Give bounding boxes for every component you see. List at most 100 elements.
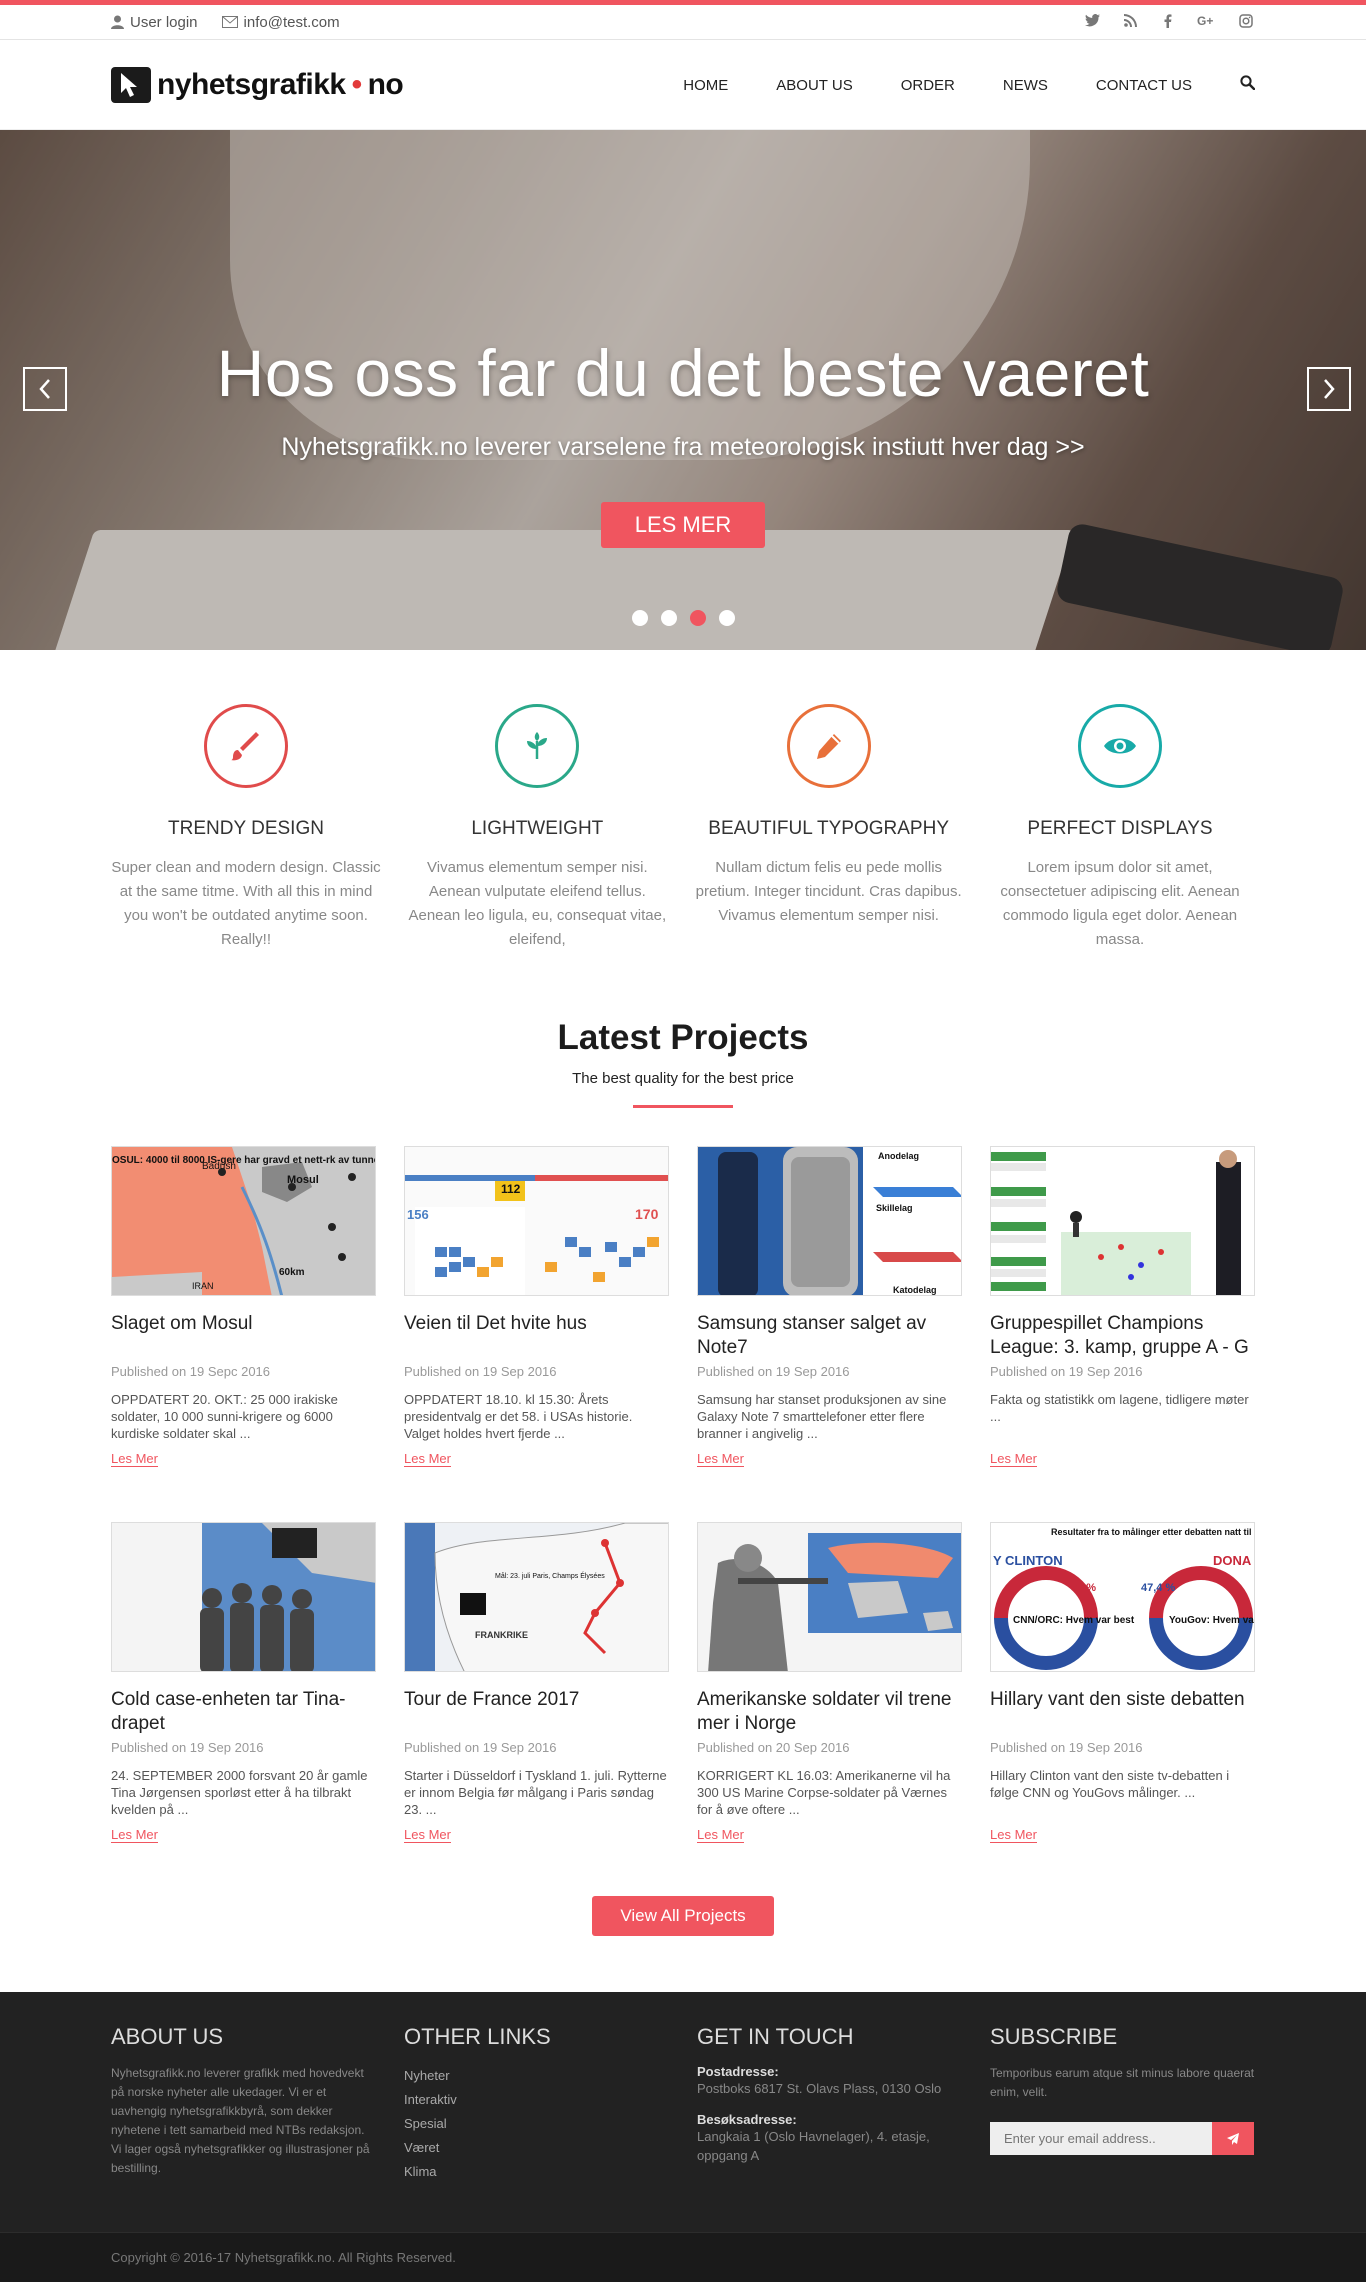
project-title[interactable]: Cold case-enheten tar Tina-drapet [111,1688,376,1736]
site-header: nyhetsgrafikk • no HOME ABOUT US ORDER NEW… [0,40,1366,130]
read-more-link[interactable]: Les Mer [111,1827,158,1843]
nav-about-us[interactable]: ABOUT US [776,77,852,94]
slider-next-button[interactable] [1307,367,1351,411]
svg-text:G+: G+ [1197,14,1213,27]
subscribe-email-input[interactable] [990,2122,1212,2155]
feature-text: Super clean and modern design. Classic a… [111,859,381,948]
feature-beautiful-typography: BEAUTIFUL TYPOGRAPHY Nullam dictum felis… [694,704,964,952]
nav-contact-us[interactable]: CONTACT US [1096,77,1192,94]
envelope-icon [221,16,238,28]
thumb-badush-label: Badush [202,1161,236,1172]
project-excerpt: Fakta og statistikk om lagene, tidligere… [990,1392,1249,1424]
facebook-icon[interactable] [1159,13,1177,31]
title-underline [633,1105,733,1108]
project-thumbnail[interactable]: OSUL: 4000 til 8000 IS-gere har gravd et… [111,1146,376,1296]
read-more-link[interactable]: Les Mer [111,1451,158,1467]
read-more-link[interactable]: Les Mer [404,1451,451,1467]
project-date: Published on 20 Sep 2016 [697,1740,850,1755]
email-link[interactable]: info@test.com [221,14,340,31]
feature-perfect-displays: PERFECT DISPLAYS Lorem ipsum dolor sit a… [985,704,1255,952]
project-thumbnail[interactable]: 112 170 156 [404,1146,669,1296]
footer-link-vaeret[interactable]: Været [404,2136,669,2160]
rss-icon[interactable] [1121,13,1139,31]
project-card: Amerikanske soldater vil trene mer i Nor… [697,1522,962,1844]
hero-read-more-button[interactable]: LES MER [600,502,766,548]
user-login-label: User login [130,13,198,31]
project-date: Published on 19 Sep 2016 [697,1364,850,1379]
thumb-debate-title: Resultater fra to målinger etter debatte… [1051,1527,1255,1537]
projects-title: Latest Projects [557,1018,809,1057]
top-bar: User login info@test.com G+ [0,0,1366,40]
user-login-link[interactable]: User login [111,14,198,31]
search-icon[interactable] [1240,75,1256,95]
project-title[interactable]: Veien til Det hvite hus [404,1312,669,1360]
project-card: Cold case-enheten tar Tina-drapet Publis… [111,1522,376,1844]
footer-link-nyheter[interactable]: Nyheter [404,2064,669,2088]
project-thumbnail[interactable]: Anodelag Skillelag Katodelag [697,1146,962,1296]
project-title[interactable]: Samsung stanser salget av Note7 [697,1312,962,1360]
feature-title: LIGHTWEIGHT [471,818,604,839]
features-section: TRENDY DESIGN Super clean and modern des… [111,650,1255,952]
project-excerpt: KORRIGERT KL 16.03: Amerikanerne vil ha … [697,1768,951,1817]
project-thumbnail[interactable]: Resultater fra to målinger etter debatte… [990,1522,1255,1672]
project-thumbnail[interactable]: Mål: 23. juli Paris, Champs Élysées FRAN… [404,1522,669,1672]
read-more-link[interactable]: Les Mer [697,1827,744,1843]
footer-link-interaktiv[interactable]: Interaktiv [404,2088,669,2112]
read-more-link[interactable]: Les Mer [990,1451,1037,1467]
view-all-projects-button[interactable]: View All Projects [592,1896,774,1936]
hero-subtitle[interactable]: Nyhetsgrafikk.no leverer varselene fra m… [0,433,1366,462]
instagram-icon[interactable] [1237,13,1255,31]
copyright-bar: Copyright © 2016-17 Nyhetsgrafikk.no. Al… [0,2232,1366,2282]
thumb-mosul-label: Mosul [287,1174,319,1186]
slider-dots [0,610,1366,626]
twitter-icon[interactable] [1083,13,1101,31]
read-more-link[interactable]: Les Mer [697,1451,744,1467]
slider-dot[interactable] [631,610,648,626]
feature-text: Nullam dictum felis eu pede mollis preti… [695,859,962,924]
eye-icon [1077,704,1162,788]
nav-news[interactable]: NEWS [1003,77,1048,94]
slider-prev-button[interactable] [23,367,67,411]
footer-contact-title: GET IN TOUCH [697,2024,854,2049]
thumb-debate-trump: DONA [1213,1553,1252,1568]
read-more-link[interactable]: Les Mer [404,1827,451,1843]
project-title[interactable]: Slaget om Mosul [111,1312,376,1360]
subscribe-form [990,2122,1255,2155]
feature-title: BEAUTIFUL TYPOGRAPHY [708,818,950,839]
project-excerpt: Samsung har stanset produksjonen av sine… [697,1392,947,1441]
nav-home[interactable]: HOME [683,77,728,94]
chevron-left-icon [39,379,50,399]
project-title[interactable]: Amerikanske soldater vil trene mer i Nor… [697,1688,962,1736]
copyright-text: Copyright © 2016-17 Nyhetsgrafikk.no. Al… [111,2250,456,2265]
project-title[interactable]: Tour de France 2017 [404,1688,669,1736]
slider-dot[interactable] [718,610,735,626]
hero-slider: Hos oss far du det beste vaeret Nyhetsgr… [0,130,1366,650]
project-title[interactable]: Gruppespillet Champions League: 3. kamp,… [990,1312,1255,1360]
project-title[interactable]: Hillary vant den siste debatten [990,1688,1255,1736]
footer-link-klima[interactable]: Klima [404,2160,669,2184]
site-logo[interactable]: nyhetsgrafikk • no [111,67,404,103]
slider-dot[interactable] [660,610,677,626]
feature-trendy-design: TRENDY DESIGN Super clean and modern des… [111,704,381,952]
read-more-link[interactable]: Les Mer [990,1827,1037,1843]
subscribe-button[interactable] [1212,2122,1254,2155]
site-footer: ABOUT US Nyhetsgrafikk.no leverer grafik… [0,1992,1366,2232]
projects-grid: OSUL: 4000 til 8000 IS-gere har gravd et… [111,1146,1255,1844]
footer-link-spesial[interactable]: Spesial [404,2112,669,2136]
project-thumbnail[interactable] [111,1522,376,1672]
slider-dot[interactable] [689,610,706,626]
project-thumbnail[interactable] [697,1522,962,1672]
projects-subtitle: The best quality for the best price [572,1070,794,1087]
google-plus-icon[interactable]: G+ [1197,14,1217,31]
nav-order[interactable]: ORDER [901,77,955,94]
project-excerpt: Starter i Düsseldorf i Tyskland 1. juli.… [404,1768,667,1817]
footer-subscribe-title: SUBSCRIBE [990,2024,1118,2049]
project-date: Published on 19 Sep 2016 [404,1364,557,1379]
thumb-election-156: 156 [407,1207,429,1222]
postal-address: Postboks 6817 St. Olavs Plass, 0130 Oslo [697,2081,942,2096]
cursor-logo-icon [111,67,151,103]
thumb-phone-cathode: Katodelag [893,1285,937,1295]
social-links: G+ [1083,13,1255,31]
main-nav: HOME ABOUT US ORDER NEWS CONTACT US [683,75,1256,95]
project-thumbnail[interactable] [990,1146,1255,1296]
